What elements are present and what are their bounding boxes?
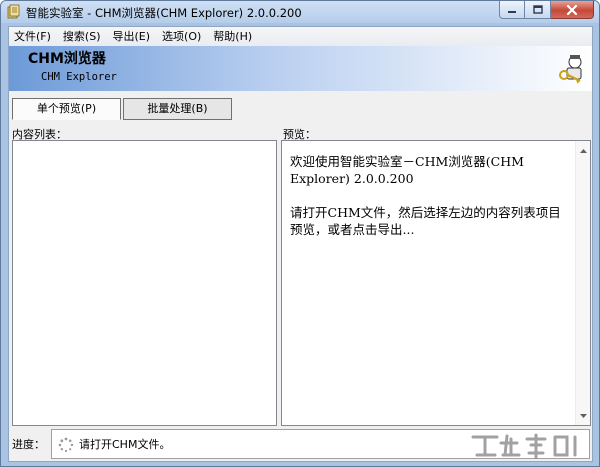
progress-label: 进度：: [12, 438, 45, 451]
caption-buttons: [499, 1, 594, 19]
progress-panel: 请打开CHM文件。: [51, 429, 590, 459]
client-area: 文件(F) 搜索(S) 导出(E) 选项(O) 帮助(H) CHM浏览器 CHM…: [8, 26, 593, 462]
menu-help[interactable]: 帮助(H): [207, 27, 258, 46]
minimize-button[interactable]: [499, 1, 525, 19]
app-window: 智能实验室 - CHM浏览器(CHM Explorer) 2.0.0.200 文…: [0, 0, 600, 467]
close-icon: [566, 4, 578, 15]
instruction-text: 请打开CHM文件，然后选择左边的内容列表项目预览，或者点击导出...: [290, 205, 561, 237]
banner-subtitle: CHM Explorer: [41, 71, 117, 83]
scroll-down-button[interactable]: [576, 408, 591, 423]
arrow-up-icon: [580, 148, 587, 153]
menu-export[interactable]: 导出(E): [107, 27, 157, 46]
minimize-icon: [508, 10, 516, 13]
spinner-icon: [58, 437, 74, 453]
tab-single-preview[interactable]: 单个预览(P): [12, 98, 121, 120]
maximize-icon: [532, 5, 543, 14]
arrow-down-icon: [580, 413, 587, 418]
content-list[interactable]: [12, 140, 277, 426]
maximize-button[interactable]: [525, 1, 551, 19]
window-title: 智能实验室 - CHM浏览器(CHM Explorer) 2.0.0.200: [26, 6, 302, 20]
title-bar[interactable]: 智能实验室 - CHM浏览器(CHM Explorer) 2.0.0.200: [1, 1, 599, 23]
tab-batch-process[interactable]: 批量处理(B): [123, 98, 232, 120]
app-icon[interactable]: [6, 4, 22, 20]
menu-bar: 文件(F) 搜索(S) 导出(E) 选项(O) 帮助(H): [9, 27, 592, 46]
header-banner: CHM浏览器 CHM Explorer: [9, 46, 592, 91]
scroll-up-button[interactable]: [576, 143, 591, 158]
progress-status: 请打开CHM文件。: [79, 438, 171, 451]
watermark-logo: [471, 433, 577, 459]
banner-title: CHM浏览器: [28, 51, 106, 67]
preview-pane[interactable]: 欢迎使用智能实验室－CHM浏览器(CHM Explorer) 2.0.0.200…: [281, 140, 591, 426]
preview-content: 欢迎使用智能实验室－CHM浏览器(CHM Explorer) 2.0.0.200…: [290, 153, 568, 255]
menu-file[interactable]: 文件(F): [9, 27, 57, 46]
close-button[interactable]: [551, 1, 594, 19]
menu-search[interactable]: 搜索(S): [57, 27, 107, 46]
menu-options[interactable]: 选项(O): [156, 27, 207, 46]
preview-scrollbar[interactable]: [575, 141, 590, 425]
welcome-text: 欢迎使用智能实验室－CHM浏览器(CHM Explorer) 2.0.0.200: [290, 154, 524, 186]
key-wizard-icon: [559, 55, 582, 84]
